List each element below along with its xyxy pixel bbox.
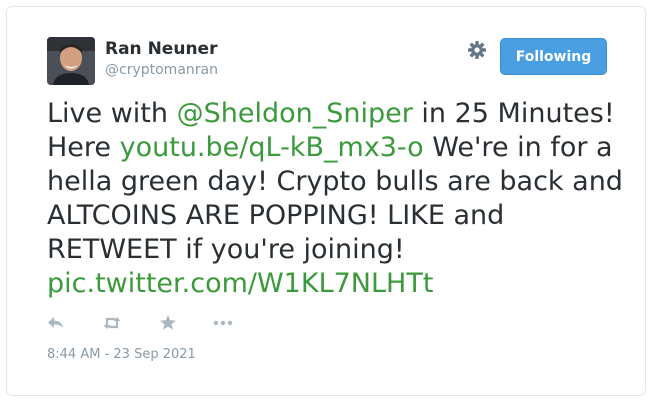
retweet-icon[interactable] <box>101 312 123 334</box>
like-icon[interactable] <box>157 312 179 334</box>
reply-icon[interactable] <box>45 312 67 334</box>
following-button[interactable]: Following <box>500 38 607 75</box>
user-name[interactable]: Ran Neuner <box>105 39 217 59</box>
tweet-text-segment: Live with <box>47 98 177 129</box>
tweet-card: Ran Neuner @cryptomanran Following Live … <box>6 6 646 396</box>
tweet-link[interactable]: @Sheldon_Sniper <box>177 98 413 129</box>
tweet-timestamp[interactable]: 8:44 AM - 23 Sep 2021 <box>47 347 196 362</box>
tweet-link[interactable]: youtu.be/qL-kB_mx3-o <box>120 132 424 163</box>
more-icon[interactable] <box>212 312 234 334</box>
gear-icon[interactable] <box>467 40 487 60</box>
avatar[interactable] <box>47 37 95 85</box>
tweet-text: Live with @Sheldon_Sniper in 25 Minutes!… <box>47 97 627 301</box>
user-handle[interactable]: @cryptomanran <box>105 62 218 78</box>
tweet-link[interactable]: pic.twitter.com/W1KL7NLHTt <box>47 268 433 299</box>
